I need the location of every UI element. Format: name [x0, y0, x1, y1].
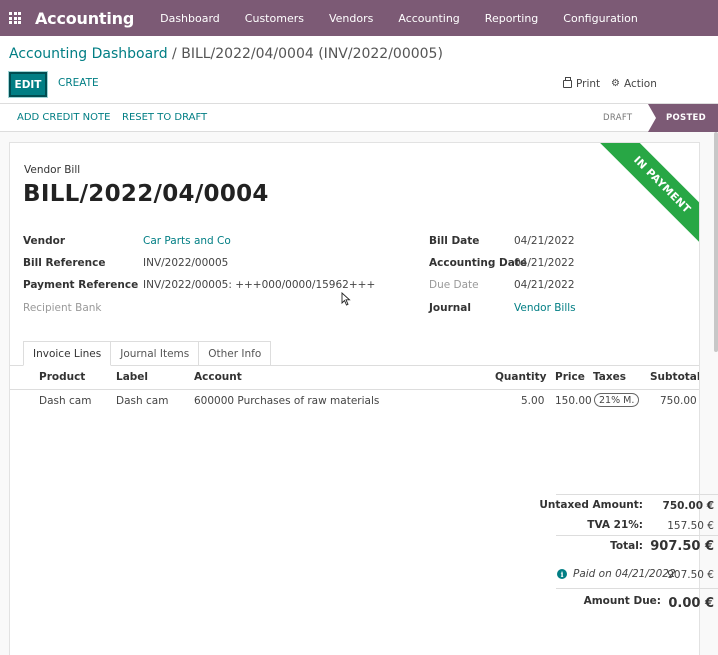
col-label[interactable]: Label [116, 371, 148, 383]
paid-amount: 907.50 € [667, 569, 714, 581]
app-name[interactable]: Accounting [35, 9, 134, 28]
cell-account: 600000 Purchases of raw materials [194, 395, 380, 407]
tab-other-info[interactable]: Other Info [199, 341, 272, 366]
breadcrumb: Accounting Dashboard / BILL/2022/04/0004… [9, 46, 443, 62]
bill-number-title: BILL/2022/04/0004 [23, 181, 269, 207]
breadcrumb-separator: / [167, 46, 182, 62]
cell-subtotal: 750.00 € [660, 395, 699, 407]
paid-on-text: Paid on 04/21/2022 [573, 568, 676, 580]
vendor-label: Vendor [23, 235, 66, 247]
nav-configuration[interactable]: Configuration [563, 12, 638, 25]
tva-value: 157.50 € [667, 520, 714, 532]
bill-date-label: Bill Date [429, 235, 480, 247]
recipient-bank-label: Recipient Bank [23, 302, 102, 314]
create-button[interactable]: CREATE [58, 77, 99, 89]
print-button[interactable]: Print [563, 77, 601, 90]
total-label: Total: [610, 540, 643, 552]
totals-top-divider [556, 494, 718, 495]
apps-menu-icon[interactable] [9, 12, 21, 24]
scrollbar[interactable] [714, 132, 718, 352]
due-date-value: 04/21/2022 [514, 279, 575, 291]
top-navbar: Accounting Dashboard Customers Vendors A… [0, 0, 718, 36]
accounting-date-value: 04/21/2022 [514, 257, 575, 269]
payment-info-icon[interactable]: i [557, 569, 567, 579]
col-product[interactable]: Product [39, 371, 85, 383]
bill-reference-value: INV/2022/00005 [143, 257, 229, 269]
accounting-date-label: Accounting Date [429, 257, 527, 269]
table-header-divider [10, 389, 699, 390]
col-price[interactable]: Price [555, 371, 585, 383]
col-subtotal[interactable]: Subtotal [650, 371, 699, 383]
journal-label: Journal [429, 302, 471, 314]
action-label: Action [623, 78, 657, 90]
edit-button[interactable]: EDIT [9, 72, 47, 97]
cell-label: Dash cam [116, 395, 169, 407]
due-date-label: Due Date [429, 279, 479, 291]
cell-quantity: 5.00 [521, 395, 545, 407]
gear-icon: ⚙ [611, 78, 620, 89]
cell-product: Dash cam [39, 395, 92, 407]
untaxed-amount-label: Untaxed Amount: [539, 499, 643, 511]
stage-posted[interactable]: POSTED [648, 104, 718, 132]
amount-due-value: 0.00 € [668, 596, 714, 611]
stage-draft[interactable]: DRAFT [603, 113, 632, 123]
bill-reference-label: Bill Reference [23, 257, 106, 269]
untaxed-amount-value: 750.00 € [662, 500, 714, 512]
control-panel: Accounting Dashboard / BILL/2022/04/0004… [0, 36, 718, 104]
ribbon-container: IN PAYMENT [587, 143, 699, 255]
nav-accounting[interactable]: Accounting [398, 12, 459, 25]
mouse-cursor-icon [341, 292, 351, 306]
nav-vendors[interactable]: Vendors [329, 12, 373, 25]
col-quantity[interactable]: Quantity [495, 371, 546, 383]
tva-label: TVA 21%: [587, 519, 643, 531]
total-value: 907.50 € [650, 539, 714, 554]
col-account[interactable]: Account [194, 371, 242, 383]
status-bar: ADD CREDIT NOTE RESET TO DRAFT DRAFT POS… [0, 104, 718, 132]
in-payment-ribbon: IN PAYMENT [591, 143, 699, 255]
amount-due-divider [556, 588, 718, 589]
payment-reference-value: INV/2022/00005: +++000/0000/15962+++ [143, 279, 376, 291]
breadcrumb-parent[interactable]: Accounting Dashboard [9, 46, 168, 62]
nav-reporting[interactable]: Reporting [485, 12, 538, 25]
reset-to-draft-button[interactable]: RESET TO DRAFT [122, 112, 207, 123]
action-button[interactable]: ⚙ Action [611, 78, 657, 90]
payment-reference-label: Payment Reference [23, 279, 139, 291]
tab-invoice-lines[interactable]: Invoice Lines [23, 341, 112, 366]
nav-dashboard[interactable]: Dashboard [160, 12, 220, 25]
add-credit-note-button[interactable]: ADD CREDIT NOTE [17, 112, 110, 123]
breadcrumb-current: BILL/2022/04/0004 (INV/2022/00005) [181, 46, 443, 62]
nav-customers[interactable]: Customers [245, 12, 304, 25]
print-label: Print [576, 78, 601, 90]
vendor-value[interactable]: Car Parts and Co [143, 235, 231, 247]
tax-badge: 21% M. [594, 393, 640, 407]
total-divider [556, 535, 718, 536]
bill-date-value: 04/21/2022 [514, 235, 575, 247]
col-taxes[interactable]: Taxes [593, 371, 626, 383]
journal-value[interactable]: Vendor Bills [514, 302, 576, 314]
cell-price: 150.00 [555, 395, 592, 407]
bill-type-label: Vendor Bill [24, 164, 81, 176]
tab-journal-items[interactable]: Journal Items [111, 341, 200, 366]
notebook-tabs: Invoice Lines Journal Items Other Info [23, 341, 272, 366]
printer-icon [563, 77, 572, 88]
amount-due-label: Amount Due: [583, 595, 661, 607]
